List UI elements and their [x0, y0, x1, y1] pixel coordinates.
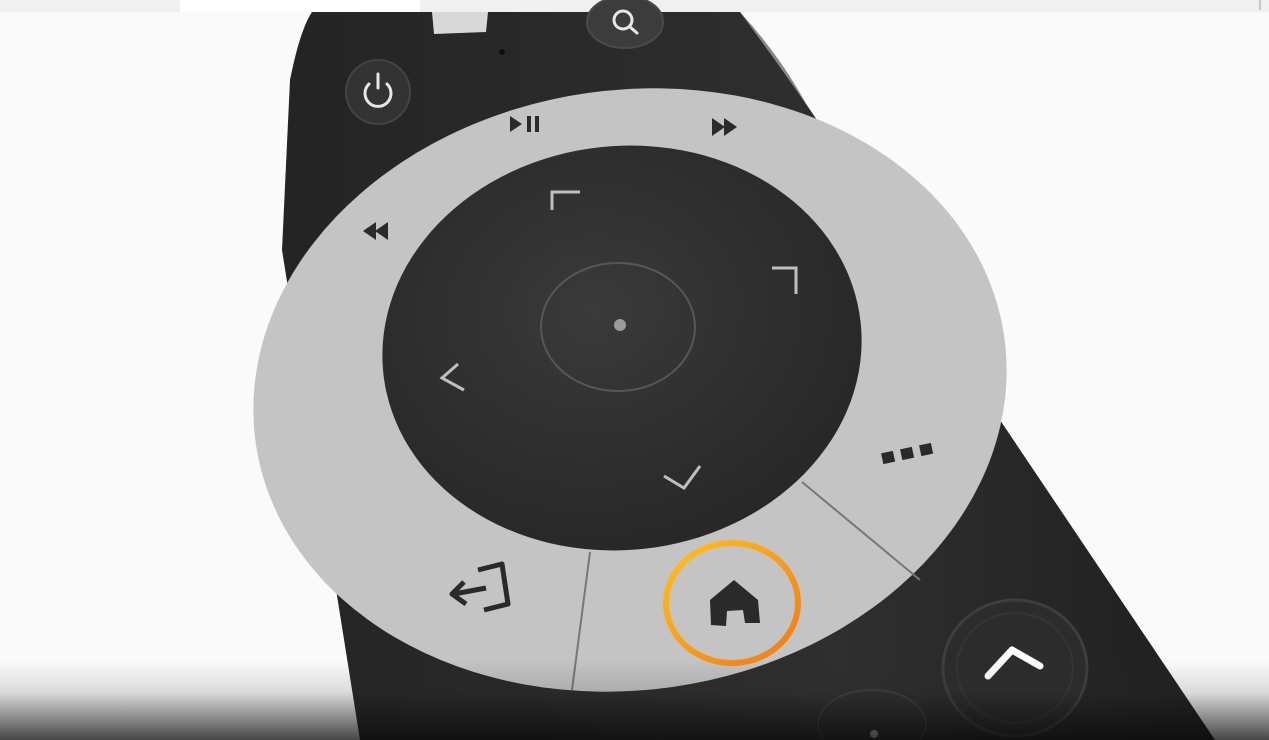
search-button[interactable] — [586, 0, 664, 49]
power-button[interactable] — [345, 59, 411, 125]
ok-dot-icon — [614, 319, 626, 331]
lower-button-dot — [870, 730, 878, 738]
logo-mark — [432, 12, 488, 34]
channel-up-button[interactable] — [941, 598, 1089, 738]
ok-button[interactable] — [614, 319, 626, 331]
mic-hole — [499, 49, 505, 55]
remote-scene — [253, 0, 1215, 740]
